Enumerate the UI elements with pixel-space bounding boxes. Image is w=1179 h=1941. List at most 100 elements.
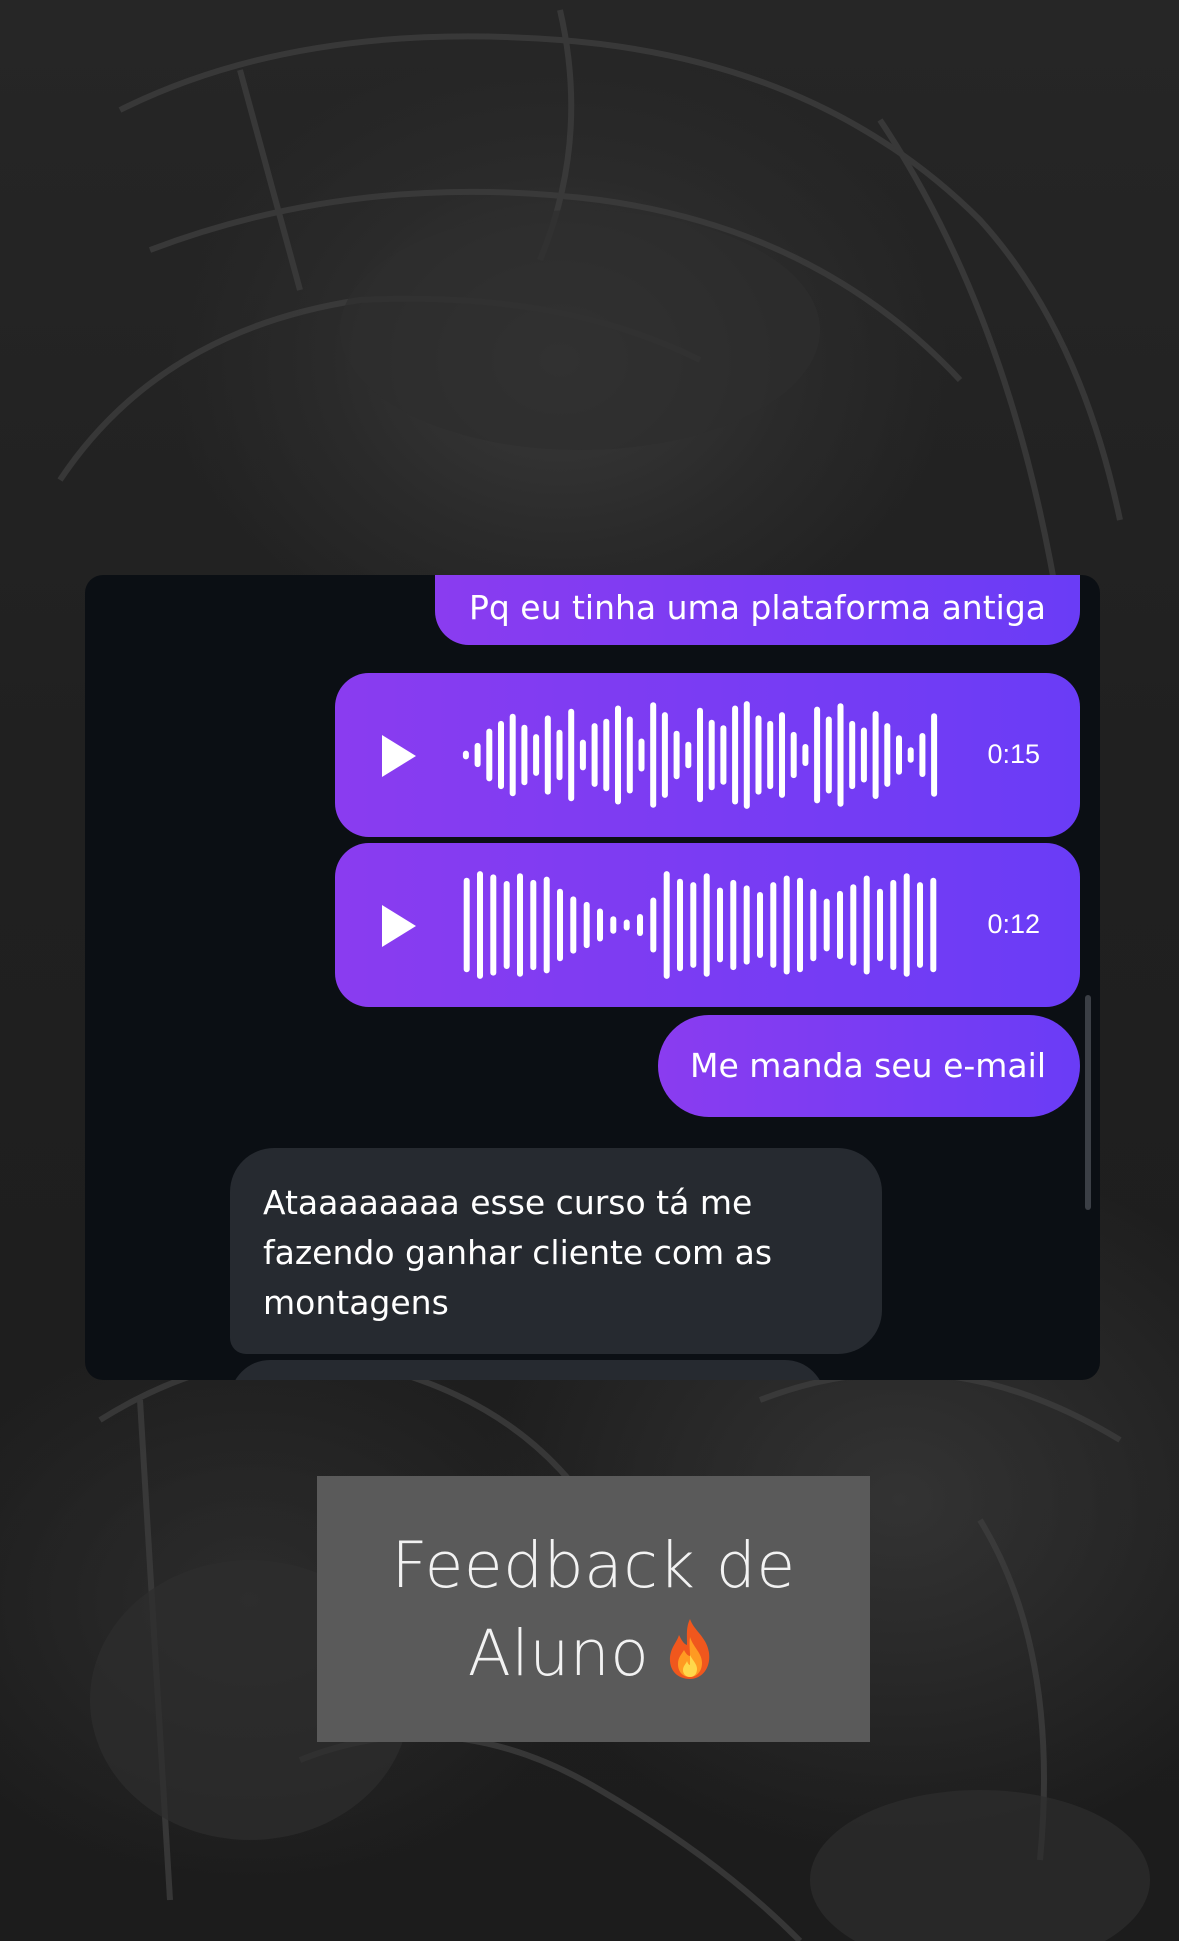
waveform-bar <box>474 742 481 768</box>
waveform-bar <box>533 734 540 776</box>
waveform-bar <box>849 720 856 790</box>
waveform-bar <box>673 730 680 780</box>
waveform-bar <box>557 888 563 962</box>
waveform-bar <box>919 733 926 777</box>
waveform-bar <box>917 882 923 968</box>
waveform-bar <box>521 724 528 786</box>
waveform-bar <box>783 875 790 975</box>
waveform-bar <box>517 873 523 977</box>
waveform-bar <box>814 706 821 804</box>
waveform-bar <box>872 711 879 799</box>
waveform-bar <box>626 716 633 794</box>
waveform-bar <box>890 879 897 971</box>
waveform-bar <box>743 701 750 809</box>
play-icon[interactable] <box>382 905 416 947</box>
waveform-bar <box>650 702 657 808</box>
waveform-bar <box>930 877 937 973</box>
waveform-bar <box>685 741 692 769</box>
waveform-bar <box>462 750 469 760</box>
waveform-bar <box>770 882 777 968</box>
waveform-bar <box>579 739 586 771</box>
waveform-bar <box>757 892 763 958</box>
waveform-bar <box>720 725 727 785</box>
waveform-bar <box>907 747 914 763</box>
play-icon[interactable] <box>382 735 416 777</box>
waveform-bar <box>650 897 657 953</box>
waveform-bar <box>755 715 762 795</box>
waveform-bar <box>544 715 551 795</box>
waveform-bar <box>637 914 643 936</box>
waveform-icon[interactable] <box>460 865 940 985</box>
message-text: Ataaaaaaaa esse curso tá me fazendo ganh… <box>263 1183 773 1322</box>
waveform-bar <box>661 712 668 798</box>
waveform-bar <box>690 882 697 968</box>
waveform-bar <box>530 879 537 971</box>
waveform-bar <box>697 707 703 803</box>
message-text: Me manda seu e-mail <box>689 1046 1046 1085</box>
waveform-bar <box>623 919 630 931</box>
waveform-bar <box>802 744 809 766</box>
waveform-bar <box>509 713 516 797</box>
waveform-bar <box>797 877 803 973</box>
waveform-bar <box>743 885 750 965</box>
waveform-bar <box>825 716 832 794</box>
waveform-bar <box>732 705 739 805</box>
waveform-bar <box>477 871 483 979</box>
waveform-bar <box>570 896 577 954</box>
caption-sticker: Feedback de Aluno <box>317 1476 870 1742</box>
caption-line-1: Feedback de <box>391 1529 796 1602</box>
waveform-bar <box>615 705 621 805</box>
waveform-bar <box>490 874 497 976</box>
outgoing-audio-message[interactable]: 0:15 <box>335 673 1080 837</box>
waveform-bar <box>708 719 715 791</box>
waveform-bar <box>638 738 645 772</box>
waveform-bar <box>663 871 670 979</box>
outgoing-message-email[interactable]: Me manda seu e-mail <box>657 1015 1080 1117</box>
waveform-bar <box>863 875 870 975</box>
audio-duration: 0:12 <box>987 909 1040 939</box>
story-screen: Pq eu tinha uma plataforma antiga 0:15 0… <box>0 0 1179 1941</box>
scrollbar[interactable] <box>1085 995 1091 1210</box>
waveform-bar <box>543 876 550 974</box>
incoming-message-partial[interactable] <box>230 1360 825 1380</box>
waveform-bar <box>931 713 938 797</box>
waveform-bar <box>884 723 891 787</box>
message-text: Pq eu tinha uma plataforma antiga <box>468 588 1046 627</box>
audio-duration: 0:15 <box>987 739 1040 769</box>
waveform-bar <box>837 890 843 960</box>
caption-line-2: Aluno <box>317 1610 870 1698</box>
fire-emoji-icon <box>670 1619 710 1679</box>
waveform-bar <box>556 729 563 781</box>
waveform-bar <box>486 728 493 782</box>
waveform-bar <box>591 723 598 787</box>
waveform-bar <box>837 703 844 807</box>
outgoing-audio-message[interactable]: 0:12 <box>335 843 1080 1007</box>
waveform-bar <box>503 881 510 969</box>
waveform-bar <box>779 712 785 798</box>
waveform-bar <box>810 888 817 962</box>
waveform-bar <box>597 908 603 942</box>
waveform-bar <box>823 898 830 952</box>
waveform-bar <box>583 901 590 949</box>
waveform-bar <box>703 873 710 977</box>
waveform-bar <box>896 735 902 775</box>
waveform-bar <box>860 727 867 783</box>
waveform-bar <box>767 720 774 790</box>
waveform-bar <box>877 888 883 962</box>
waveform-icon[interactable] <box>460 695 940 815</box>
waveform-bar <box>717 887 723 963</box>
waveform-bar <box>850 884 857 966</box>
waveform-bar <box>603 718 610 792</box>
waveform-bar <box>498 720 504 790</box>
waveform-bar <box>677 878 683 972</box>
caption-line-2-text: Aluno <box>467 1617 650 1690</box>
waveform-bar <box>463 877 470 973</box>
waveform-bar <box>568 708 575 802</box>
waveform-bar <box>790 731 797 779</box>
outgoing-message-plataforma[interactable]: Pq eu tinha uma plataforma antiga <box>434 575 1080 645</box>
waveform-bar <box>610 916 617 934</box>
incoming-message-curso[interactable]: Ataaaaaaaa esse curso tá me fazendo ganh… <box>230 1148 882 1354</box>
waveform-bar <box>903 873 910 977</box>
chat-conversation-panel[interactable]: Pq eu tinha uma plataforma antiga 0:15 0… <box>85 575 1100 1380</box>
waveform-bar <box>730 879 737 971</box>
